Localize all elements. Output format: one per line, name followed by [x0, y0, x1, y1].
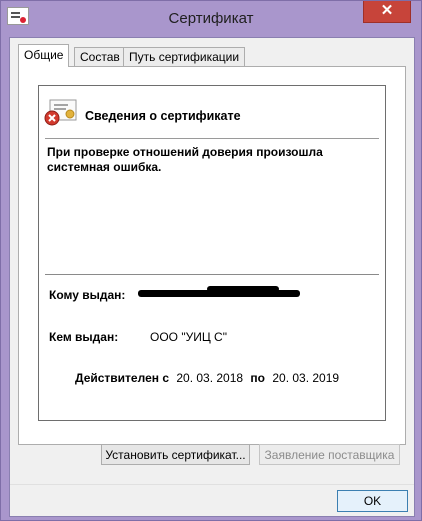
install-certificate-button[interactable]: Установить сертификат...: [101, 444, 250, 465]
divider: [45, 274, 379, 275]
valid-to-label: по: [250, 371, 265, 385]
ok-button[interactable]: OK: [337, 490, 408, 512]
title-bar[interactable]: Сертификат ✕: [1, 1, 421, 37]
certificate-window: Сертификат ✕ Общие Состав Путь сертифика…: [0, 0, 422, 521]
divider: [10, 484, 414, 485]
general-tab-panel: Сведения о сертификате При проверке отно…: [18, 66, 406, 465]
certificate-info-box: Сведения о сертификате При проверке отно…: [38, 85, 386, 421]
issued-by-label: Кем выдан:: [49, 330, 119, 344]
issued-by-value: ООО "УИЦ С": [150, 330, 227, 344]
issued-to-redaction: [207, 286, 279, 292]
issuer-statement-button[interactable]: Заявление поставщика: [259, 444, 400, 465]
certificate-error-icon: [44, 99, 77, 126]
info-header: Сведения о сертификате: [85, 109, 241, 123]
tab-details[interactable]: Состав: [74, 47, 126, 66]
trust-error-message: При проверке отношений доверия произошла…: [47, 145, 323, 174]
valid-from-label: Действителен с: [75, 371, 169, 385]
divider: [45, 138, 379, 139]
issued-to-label: Кому выдан:: [49, 288, 126, 302]
tab-general[interactable]: Общие: [18, 44, 70, 67]
dialog-client-area: Общие Состав Путь сертификации Сведения …: [9, 37, 415, 517]
window-title: Сертификат: [168, 10, 254, 27]
valid-to-date: 20. 03. 2019: [272, 371, 340, 385]
validity-row: Действителен с 20. 03. 2018 по 20. 03. 2…: [75, 371, 343, 385]
valid-from-date: 20. 03. 2018: [176, 371, 244, 385]
tab-certification-path[interactable]: Путь сертификации: [123, 47, 246, 66]
close-button[interactable]: ✕: [363, 1, 411, 23]
